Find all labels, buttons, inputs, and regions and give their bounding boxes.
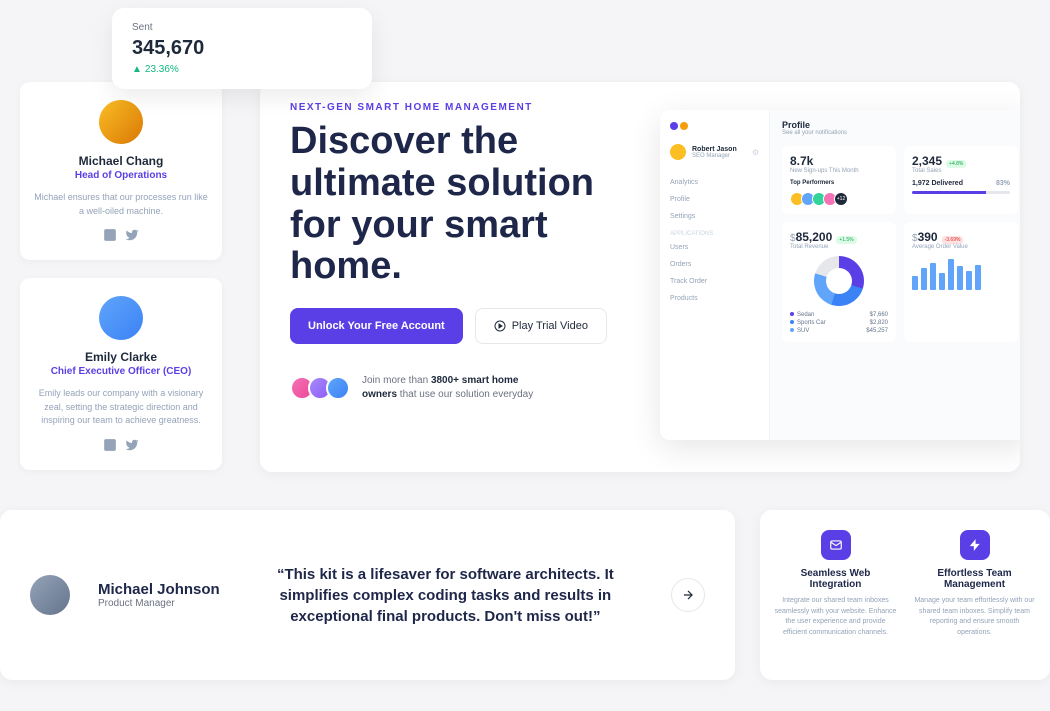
nav-settings[interactable]: Settings xyxy=(670,208,759,225)
feature-desc: Manage your team effortlessly with our s… xyxy=(913,596,1036,638)
delivered-value: 1,972 Delivered 83% xyxy=(912,180,1010,187)
testimonial-quote: “This kit is a lifesaver for software ar… xyxy=(248,564,643,627)
mail-icon xyxy=(821,530,851,560)
team-bio: Michael ensures that our processes run l… xyxy=(32,191,210,218)
aov-card: $390-3.69% Average Order Value xyxy=(904,222,1018,342)
testimonial-name: Michael Johnson xyxy=(98,581,220,598)
legend-row: SUV$45,257 xyxy=(790,328,888,334)
hero-title: Discover the ultimate solution for your … xyxy=(290,121,630,288)
next-button[interactable] xyxy=(671,578,705,612)
sales-label: Total Sales xyxy=(912,168,1010,174)
nav-track-order[interactable]: Track Order xyxy=(670,273,759,290)
testimonial-card: Michael Johnson Product Manager “This ki… xyxy=(0,510,735,680)
testimonial-role: Product Manager xyxy=(98,598,220,609)
feature-title: Effortless Team Management xyxy=(913,568,1036,590)
nav-profile[interactable]: Profile xyxy=(670,191,759,208)
play-video-button[interactable]: Play Trial Video xyxy=(475,308,607,344)
unlock-account-button[interactable]: Unlock Your Free Account xyxy=(290,308,463,344)
aov-label: Average Order Value xyxy=(912,244,1010,250)
play-icon xyxy=(494,320,506,332)
team-bio: Emily leads our company with a visionary… xyxy=(32,387,210,428)
features-card: Seamless Web Integration Integrate our s… xyxy=(760,510,1050,680)
dashboard-preview: Robert Jason SEO Manager ⚙ Analytics Pro… xyxy=(660,110,1020,440)
twitter-icon[interactable] xyxy=(125,228,139,242)
signups-card: 8.7k New Sign-ups This Month Top Perform… xyxy=(782,146,896,214)
donut-chart xyxy=(814,256,864,306)
aov-badge: -3.69% xyxy=(942,236,964,244)
performer-avatars: +12 xyxy=(790,192,888,206)
bar-chart xyxy=(912,256,1010,290)
page-subtitle: See all your notifications xyxy=(782,130,1018,136)
avatar xyxy=(99,296,143,340)
team-column: Michael Chang Head of Operations Michael… xyxy=(20,82,222,488)
feature-title: Seamless Web Integration xyxy=(774,568,897,590)
user-profile: Robert Jason SEO Manager ⚙ xyxy=(670,144,759,160)
nav-orders[interactable]: Orders xyxy=(670,256,759,273)
dashboard-main: Profile See all your notifications 8.7k … xyxy=(770,110,1020,440)
performers-label: Top Performers xyxy=(790,180,888,186)
user-name: Robert Jason xyxy=(692,146,746,153)
feature-item: Effortless Team Management Manage your t… xyxy=(913,530,1036,660)
dashboard-header: Profile See all your notifications xyxy=(782,120,1018,136)
stat-value: 345,670 xyxy=(132,37,352,60)
nav-users[interactable]: Users xyxy=(670,239,759,256)
hero-section: NEXT-GEN SMART HOME MANAGEMENT Discover … xyxy=(260,82,1020,472)
page-title: Profile xyxy=(782,120,1018,130)
signups-value: 8.7k xyxy=(790,154,888,168)
twitter-icon[interactable] xyxy=(125,438,139,452)
avatar xyxy=(30,575,70,615)
trend-up-icon: ▲ xyxy=(132,64,142,75)
revenue-value: 85,200 xyxy=(796,230,833,244)
social-links xyxy=(32,438,210,452)
progress-bar xyxy=(912,191,1010,194)
avatar xyxy=(326,376,350,400)
team-name: Emily Clarke xyxy=(32,350,210,364)
team-name: Michael Chang xyxy=(32,154,210,168)
logo xyxy=(670,122,759,130)
stat-change: ▲ 23.36% xyxy=(132,64,352,75)
arrow-right-icon xyxy=(681,588,695,602)
stat-card: Sent 345,670 ▲ 23.36% xyxy=(112,8,372,89)
sales-card: 2,345 +4.8% Total Sales 1,972 Delivered 8… xyxy=(904,146,1018,214)
team-card: Michael Chang Head of Operations Michael… xyxy=(20,82,222,260)
lightning-icon xyxy=(960,530,990,560)
legend-row: Sedan$7,660 xyxy=(790,312,888,318)
aov-value: 390 xyxy=(918,230,938,244)
feature-desc: Integrate our shared team inboxes seamle… xyxy=(774,596,897,638)
feature-item: Seamless Web Integration Integrate our s… xyxy=(774,530,897,660)
avatar xyxy=(670,144,686,160)
gear-icon[interactable]: ⚙ xyxy=(752,148,759,157)
nav-products[interactable]: Products xyxy=(670,290,759,307)
team-role: Head of Operations xyxy=(32,170,210,181)
nav-section-label: APPLICATIONS xyxy=(670,231,759,237)
linkedin-icon[interactable] xyxy=(103,228,117,242)
sales-value: 2,345 xyxy=(912,154,942,168)
social-links xyxy=(32,228,210,242)
avatar xyxy=(99,100,143,144)
team-card: Emily Clarke Chief Executive Officer (CE… xyxy=(20,278,222,470)
revenue-badge: +1.5% xyxy=(836,236,856,244)
linkedin-icon[interactable] xyxy=(103,438,117,452)
signups-label: New Sign-ups This Month xyxy=(790,168,888,174)
revenue-label: Total Revenue xyxy=(790,244,888,250)
stat-label: Sent xyxy=(132,22,352,33)
user-avatars xyxy=(290,376,350,400)
user-role: SEO Manager xyxy=(692,153,746,159)
sales-badge: +4.8% xyxy=(946,160,966,168)
legend-row: Sports Car$2,820 xyxy=(790,320,888,326)
nav-analytics[interactable]: Analytics xyxy=(670,174,759,191)
team-role: Chief Executive Officer (CEO) xyxy=(32,366,210,377)
dashboard-sidebar: Robert Jason SEO Manager ⚙ Analytics Pro… xyxy=(660,110,770,440)
revenue-card: $85,200+1.5% Total Revenue Sedan$7,660 S… xyxy=(782,222,896,342)
join-text: Join more than 3800+ smart home owners t… xyxy=(362,374,542,402)
